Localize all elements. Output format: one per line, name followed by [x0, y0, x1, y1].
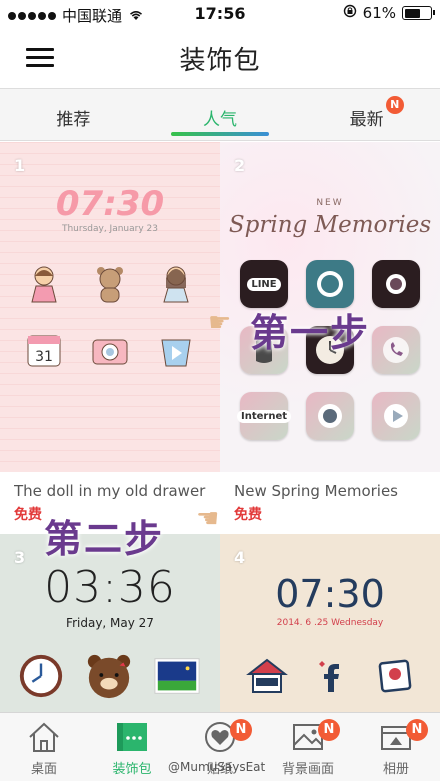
theme-name: The doll in my old drawer [14, 482, 206, 500]
theme-price: 免费 [234, 507, 262, 523]
theme-index: 2 [234, 156, 246, 175]
tab-label: 推荐 [56, 110, 91, 130]
starbucks-icon [306, 260, 354, 308]
theme-name: New Spring Memories [234, 482, 398, 500]
bear-icon [86, 260, 134, 308]
step-one-annotation: 第一步 [250, 310, 371, 355]
page-title: 装饰包 [179, 46, 261, 76]
preview-clock: 07:30 [55, 184, 165, 224]
theme-preview[interactable]: 1 07:30 Thursday, January 23 31 [0, 142, 220, 472]
internet-app-icon: Internet [237, 392, 292, 440]
theme-preview[interactable]: 4 07:30 2014. 6 .25 Wednesday [220, 534, 440, 712]
tab-label: 人气 [203, 110, 237, 130]
preview-subtitle: NEW [316, 198, 344, 208]
landscape-photo-icon [153, 652, 201, 700]
rotation-lock-icon [343, 4, 357, 22]
preview-icons: 31 [0, 260, 220, 374]
nav-album[interactable]: N 相册 [352, 713, 440, 781]
theme-index: 4 [234, 548, 246, 567]
bear-face-icon [85, 652, 133, 700]
svg-text:31: 31 [35, 349, 53, 365]
doll-girl-icon [20, 260, 68, 308]
preview-icons [0, 652, 220, 700]
nav-theme-pack[interactable]: 装饰包 [88, 713, 176, 781]
nav-wallpaper[interactable]: N 背景画面 [264, 713, 352, 781]
camera-app-icon [372, 260, 420, 308]
photo-frame-icon [371, 652, 419, 700]
nav-label: 装饰包 [112, 762, 152, 777]
status-bar: 中国联通 17:56 61% [0, 0, 440, 28]
nav-home[interactable]: 桌面 [0, 713, 88, 781]
preview-date: 2014. 6 .25 Wednesday [276, 618, 384, 628]
nav-label: 背景画面 [281, 762, 334, 777]
preview-clock: 03:36 [44, 562, 176, 613]
theme-card[interactable]: 1 07:30 Thursday, January 23 31 The doll… [0, 142, 220, 534]
preview-title-art: Spring Memories [228, 212, 432, 238]
battery-fill [404, 8, 420, 18]
new-badge: N [318, 719, 340, 741]
tab-newest[interactable]: 最新 N [293, 89, 440, 140]
play-app-icon [372, 392, 420, 440]
nav-label: 相册 [382, 762, 409, 777]
battery-icon [402, 6, 435, 20]
preview-date: Friday, May 27 [66, 616, 154, 630]
preview-clock: 07:30 [275, 572, 385, 616]
theme-card[interactable]: 4 07:30 2014. 6 .25 Wednesday [220, 534, 440, 712]
photo-app-icon [306, 392, 354, 440]
theme-index: 1 [14, 156, 26, 175]
post-house-icon [243, 652, 291, 700]
status-right: 61% [343, 4, 435, 22]
theme-grid: 1 07:30 Thursday, January 23 31 The doll… [0, 142, 440, 712]
tab-popular[interactable]: 人气 [147, 89, 294, 140]
tab-label: 最新 [349, 110, 384, 130]
preview-icons [220, 652, 440, 700]
new-badge: N [406, 719, 428, 741]
active-tab-indicator [170, 132, 270, 136]
tab-bar: 推荐 人气 最新 N [0, 88, 440, 141]
pointing-hand-icon: ☛ [208, 308, 232, 338]
theme-info: New Spring Memories 免费 [220, 472, 440, 534]
battery-percent: 61% [362, 4, 396, 22]
doll-icon [152, 260, 200, 308]
pointing-hand-icon: ☚ [196, 504, 220, 534]
line-app-icon: LINE [240, 260, 288, 308]
icon-label: LINE [247, 277, 281, 291]
facebook-icon [307, 652, 355, 700]
tab-recommended[interactable]: 推荐 [0, 89, 147, 140]
theme-pack-icon [117, 723, 147, 751]
phone-app-icon [372, 326, 420, 374]
camera-icon [86, 326, 134, 374]
nav-label: 桌面 [30, 762, 57, 777]
new-badge: N [385, 96, 404, 114]
video-icon [152, 326, 200, 374]
preview-date: Thursday, January 23 [61, 224, 158, 234]
icon-label: Internet [237, 409, 292, 423]
calendar-icon: 31 [20, 326, 68, 374]
watermark: @MumuSaysEat [168, 760, 266, 774]
app-header: 装饰包 [0, 28, 440, 88]
step-two-annotation: 第二步 [44, 516, 165, 561]
clock-icon [17, 652, 65, 700]
new-badge: N [230, 719, 252, 741]
home-icon [29, 722, 59, 752]
